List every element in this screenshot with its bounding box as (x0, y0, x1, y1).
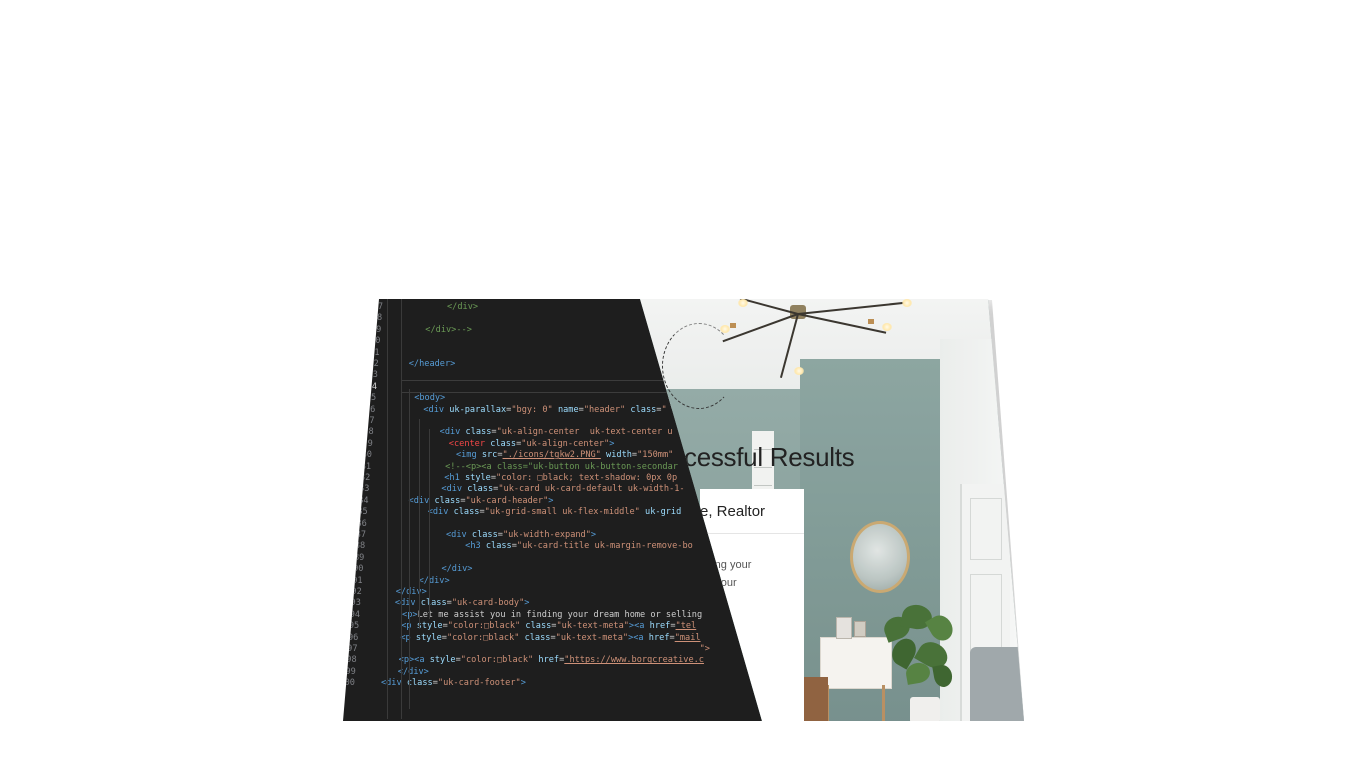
indent-guide (409, 389, 410, 709)
indent-guide (401, 299, 402, 719)
code-line[interactable]: <div class="uk-card-body"> (395, 597, 530, 609)
line-number: 82 (359, 473, 371, 483)
line-number: 96 (348, 632, 359, 643)
indent-guide (419, 419, 420, 629)
code-line[interactable]: <h1 style="color: □black; text-shadow: 0… (444, 472, 677, 484)
line-number: 75 (365, 393, 377, 404)
line-number: 81 (360, 461, 372, 472)
line-number: 93 (350, 598, 361, 609)
code-line[interactable]: <div class="uk-align-center uk-text-cent… (440, 426, 673, 438)
line-number: 71 (369, 347, 380, 358)
line-number: 90 (353, 564, 364, 575)
stage: 67 </div> 68 69 </div>--> 70 71 72 </header> 73 74… (0, 0, 1366, 768)
code-line[interactable]: <center class="uk-align-center"> (449, 438, 615, 450)
composite-image: 67 </div> 68 69 </div>--> 70 71 72 </header> 73 74… (0, 0, 1366, 768)
code-line[interactable]: <p style="color:□black" class="uk-text-m… (401, 620, 696, 632)
line-number: 95 (348, 621, 360, 632)
code-line[interactable]: </div> (398, 666, 429, 678)
line-number: 67 (372, 302, 383, 312)
line-number: 76 (364, 404, 376, 415)
code-line[interactable]: </div> (441, 563, 472, 575)
code-line[interactable]: </div> (419, 575, 450, 587)
line-number: 99 (345, 666, 356, 677)
line-number: 85 (357, 507, 368, 518)
line-number: 83 (359, 484, 370, 495)
code-line[interactable]: <p><a style="color:□black" href="https:/… (399, 654, 704, 666)
code-line[interactable]: <body> (414, 392, 445, 404)
code-line[interactable]: <div class="uk-grid-small uk-flex-middle… (428, 506, 682, 518)
line-number: 74 (366, 381, 378, 392)
card-header: e, Realtor (700, 489, 804, 534)
line-number: 72 (368, 359, 379, 369)
code-line[interactable]: </header> (409, 358, 456, 370)
code-line[interactable]: <div class="uk-card-footer"> (381, 677, 526, 689)
code-line[interactable]: <img src="./icons/tgkw2.PNG" width="150m… (456, 449, 673, 461)
line-number: 89 (353, 552, 365, 563)
code-line[interactable]: <div class="uk-width-expand"> (446, 529, 596, 541)
code-line[interactable]: </div> (447, 301, 478, 313)
code-line[interactable]: <h3 class="uk-card-title uk-margin-remov… (465, 540, 693, 552)
line-number: 94 (349, 609, 361, 620)
line-number: 100 (343, 678, 355, 689)
code-line[interactable]: "> (400, 643, 710, 655)
code-line[interactable]: <div uk-parallax="bgy: 0" name="header" … (423, 404, 666, 416)
line-number: 87 (355, 530, 366, 540)
line-number: 80 (361, 450, 372, 461)
code-line[interactable]: <!--<p><a class="uk-button uk-button-sec… (445, 461, 678, 473)
line-number: 68 (371, 313, 383, 324)
line-number: 79 (362, 438, 373, 449)
card-title: e, Realtor (700, 503, 766, 520)
line-number: 84 (358, 495, 369, 506)
line-number: 91 (352, 575, 363, 586)
code-line[interactable]: <div class="uk-card-header"> (409, 495, 554, 507)
line-number: 86 (356, 518, 367, 529)
line-number: 92 (351, 587, 362, 597)
line-number: 77 (364, 416, 375, 426)
code-line[interactable]: <p style="color:□black" class="uk-text-m… (400, 632, 700, 644)
line-number: 88 (354, 541, 366, 552)
line-number: 97 (347, 644, 358, 654)
code-line[interactable]: <div class="uk-card uk-card-default uk-w… (441, 483, 684, 495)
line-number: 78 (363, 427, 374, 438)
code-line[interactable]: </div>--> (425, 324, 472, 336)
indent-guide (387, 299, 388, 719)
line-number: 98 (346, 655, 357, 666)
indent-guide (429, 429, 430, 619)
line-number: 70 (370, 336, 381, 347)
hero-title: cessful Results (684, 442, 855, 472)
cursor-line-highlight (401, 379, 682, 381)
line-number: 69 (370, 324, 382, 335)
code-line[interactable]: <p>Let me assist you in finding your dre… (402, 609, 702, 621)
line-number: 73 (367, 370, 378, 381)
